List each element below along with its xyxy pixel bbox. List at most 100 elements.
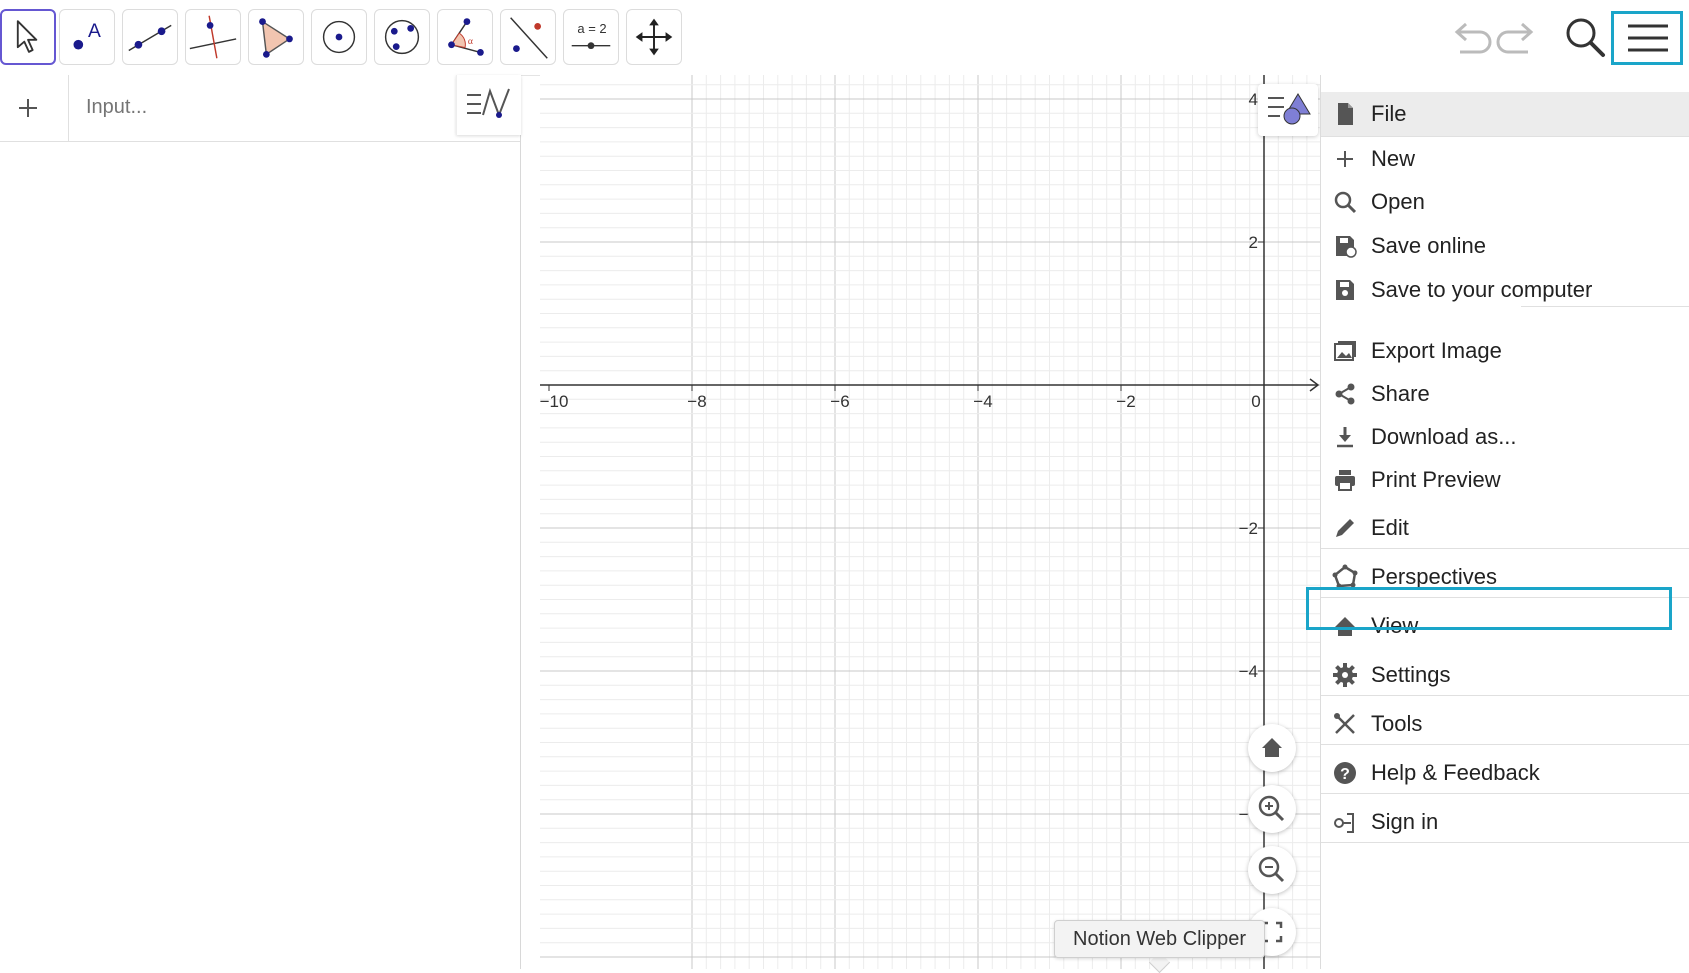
- plus-icon: [19, 99, 37, 117]
- slider-tool-label: a = 2: [577, 21, 607, 36]
- help-icon: ?: [1331, 759, 1359, 787]
- menu-item-label: Edit: [1371, 515, 1409, 540]
- move-tool-button[interactable]: [0, 9, 56, 65]
- menu-separator: [1321, 842, 1689, 843]
- download-icon: [1331, 423, 1359, 451]
- slider-icon: [571, 42, 611, 50]
- menu-separator: [1321, 548, 1689, 549]
- graphics-style-icon: [1268, 93, 1311, 125]
- menu-item-new[interactable]: New: [1321, 138, 1689, 180]
- circle-center-icon: [322, 20, 356, 54]
- algebra-input-field[interactable]: [84, 95, 388, 120]
- reflect-about-line-icon: [510, 17, 548, 59]
- add-item-button[interactable]: [0, 75, 69, 141]
- svg-text:?: ?: [1340, 766, 1350, 783]
- search-button[interactable]: [1560, 12, 1610, 62]
- menu-item-sign-in[interactable]: Sign in: [1321, 800, 1689, 844]
- point-tool-button[interactable]: A: [59, 9, 115, 65]
- angle-icon: α: [448, 18, 484, 56]
- menu-item-label: Open: [1371, 189, 1425, 214]
- home-icon: [1262, 738, 1282, 757]
- save-online-icon: [1331, 232, 1359, 260]
- x-tick-label: −2: [1116, 392, 1135, 411]
- menu-item-save-online[interactable]: Save online: [1321, 225, 1689, 267]
- menu-item-label: Print Preview: [1371, 467, 1501, 492]
- menu-item-export-image[interactable]: Export Image: [1321, 330, 1689, 372]
- image-icon: [1331, 337, 1359, 365]
- menu-item-open[interactable]: Open: [1321, 181, 1689, 223]
- gear-icon: [1331, 661, 1359, 689]
- perpendicular-line-tool-button[interactable]: [185, 9, 241, 65]
- toolbar: A α a = 2: [0, 0, 1689, 76]
- save-icon: [1331, 276, 1359, 304]
- menu-item-edit[interactable]: Edit: [1321, 506, 1689, 550]
- algebra-input-row: [0, 75, 521, 142]
- menu-item-tools[interactable]: Tools: [1321, 702, 1689, 746]
- move-graphics-view-tool-button[interactable]: [626, 9, 682, 65]
- menu-item-share[interactable]: Share: [1321, 373, 1689, 415]
- hamburger-menu-icon: [1628, 24, 1668, 52]
- menu-item-label: Sign in: [1371, 809, 1439, 834]
- perpendicular-line-icon: [189, 15, 237, 59]
- menu-item-label: Tools: [1371, 711, 1423, 736]
- polygon-tool-button[interactable]: [248, 9, 304, 65]
- x-tick-label: −4: [973, 392, 992, 411]
- sign-in-icon: [1331, 808, 1359, 836]
- y-tick-label: 2: [1249, 233, 1258, 252]
- menu-separator: [1321, 136, 1689, 137]
- file-icon: [1331, 100, 1359, 128]
- plus-icon: [1331, 145, 1359, 173]
- menu-item-help-feedback[interactable]: ? Help & Feedback: [1321, 751, 1689, 795]
- x-tick-label: −8: [687, 392, 706, 411]
- graphics-view[interactable]: −10−8−6−4−2042−2−4−6: [530, 75, 1320, 969]
- line-tool-button[interactable]: [122, 9, 178, 65]
- tools-icon: [1331, 710, 1359, 738]
- slider-tool-button[interactable]: a = 2: [563, 9, 619, 65]
- search-icon: [1331, 188, 1359, 216]
- coordinate-grid: −10−8−6−4−2042−2−4−6: [540, 75, 1320, 969]
- reflect-tool-button[interactable]: [500, 9, 556, 65]
- line-through-points-icon: [128, 24, 172, 52]
- grid-background: [540, 75, 1320, 969]
- svg-text:α: α: [468, 36, 473, 47]
- menu-separator: [1321, 793, 1689, 794]
- undo-button[interactable]: [1444, 12, 1494, 62]
- x-tick-label: −10: [540, 392, 569, 411]
- x-tick-label: −6: [830, 392, 849, 411]
- y-tick-label: 4: [1249, 90, 1258, 109]
- standard-view-button[interactable]: [1248, 724, 1296, 772]
- print-icon: [1331, 466, 1359, 494]
- search-icon: [1566, 18, 1605, 57]
- circle-three-points-icon: [384, 19, 420, 55]
- redo-button[interactable]: [1494, 12, 1544, 62]
- undo-icon: [1454, 22, 1492, 54]
- graphics-style-bar-button[interactable]: [1258, 84, 1318, 136]
- svg-text:A: A: [88, 21, 101, 42]
- menu-item-label: Settings: [1371, 662, 1451, 687]
- zoom-in-icon: [1258, 795, 1285, 822]
- zoom-out-button[interactable]: [1248, 846, 1296, 894]
- redo-icon: [1496, 22, 1534, 54]
- menu-item-file[interactable]: File: [1321, 92, 1689, 136]
- menu-item-save-to-your-computer[interactable]: Save to your computer: [1321, 269, 1689, 311]
- cursor-arrow-icon: [16, 20, 38, 53]
- menu-item-label: Save to your computer: [1371, 277, 1593, 302]
- x-tick-label: 0: [1251, 392, 1260, 411]
- main-menu-button[interactable]: [1611, 11, 1683, 65]
- menu-item-print-preview[interactable]: Print Preview: [1321, 459, 1689, 501]
- menu-item-settings[interactable]: Settings: [1321, 653, 1689, 697]
- zoom-in-button[interactable]: [1248, 785, 1296, 833]
- algebra-style-icon: [467, 87, 510, 118]
- point-icon: A: [73, 21, 101, 50]
- algebra-style-bar-button[interactable]: [456, 75, 521, 135]
- angle-tool-button[interactable]: α: [437, 9, 493, 65]
- menu-item-label: Share: [1371, 381, 1430, 406]
- menu-item-download-as[interactable]: Download as...: [1321, 416, 1689, 458]
- y-tick-label: −2: [1239, 519, 1258, 538]
- y-tick-label: −4: [1239, 662, 1258, 681]
- algebra-view: [0, 75, 521, 969]
- circle-three-points-tool-button[interactable]: [374, 9, 430, 65]
- menu-item-label: New: [1371, 146, 1416, 171]
- menu-item-label: Download as...: [1371, 424, 1517, 449]
- circle-center-tool-button[interactable]: [311, 9, 367, 65]
